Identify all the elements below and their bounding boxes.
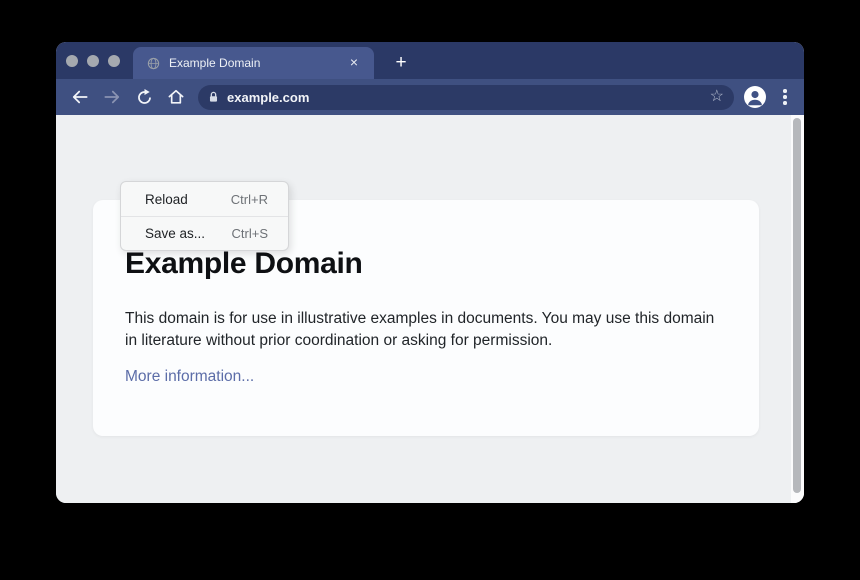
url-text[interactable]: example.com	[227, 90, 710, 105]
browser-menu-button[interactable]	[776, 86, 794, 108]
browser-window: Example Domain × +	[56, 42, 804, 503]
tab-title: Example Domain	[169, 56, 346, 70]
menu-item-shortcut: Ctrl+R	[231, 192, 268, 207]
menu-item-save-as[interactable]: Save as... Ctrl+S	[121, 216, 288, 250]
navigation-toolbar: example.com ☆	[56, 79, 804, 115]
reload-button[interactable]	[128, 81, 160, 113]
context-menu: Reload Ctrl+R Save as... Ctrl+S	[120, 181, 289, 251]
more-information-link[interactable]: More information...	[125, 368, 254, 386]
forward-arrow-icon	[102, 87, 122, 107]
window-close-button[interactable]	[66, 55, 78, 67]
page-paragraph: This domain is for use in illustrative e…	[125, 308, 717, 352]
page-viewport: Example Domain This domain is for use in…	[56, 115, 804, 503]
globe-favicon-icon	[147, 57, 160, 70]
bookmark-star-icon[interactable]: ☆	[710, 89, 724, 105]
address-bar[interactable]: example.com ☆	[198, 85, 734, 110]
back-arrow-icon	[70, 87, 90, 107]
scrollbar-track[interactable]	[791, 115, 804, 503]
window-zoom-button[interactable]	[108, 55, 120, 67]
menu-item-label: Reload	[145, 192, 188, 207]
person-icon	[744, 86, 766, 108]
lock-icon	[207, 90, 220, 104]
page-title: Example Domain	[125, 246, 727, 282]
profile-avatar-button[interactable]	[744, 86, 766, 108]
window-minimize-button[interactable]	[87, 55, 99, 67]
forward-button[interactable]	[96, 81, 128, 113]
window-titlebar: Example Domain × +	[56, 42, 804, 79]
kebab-dot	[783, 101, 787, 105]
menu-item-shortcut: Ctrl+S	[232, 226, 268, 241]
kebab-dot	[783, 89, 787, 93]
back-button[interactable]	[64, 81, 96, 113]
new-tab-button[interactable]: +	[386, 48, 416, 78]
scrollbar-thumb[interactable]	[793, 118, 801, 493]
reload-icon	[135, 88, 154, 107]
menu-item-reload[interactable]: Reload Ctrl+R	[121, 182, 288, 216]
home-button[interactable]	[160, 81, 192, 113]
browser-tab[interactable]: Example Domain ×	[133, 47, 374, 79]
kebab-dot	[783, 95, 787, 99]
tab-close-icon[interactable]: ×	[346, 55, 362, 71]
menu-item-label: Save as...	[145, 226, 205, 241]
home-icon	[166, 87, 186, 107]
traffic-lights	[66, 55, 120, 67]
